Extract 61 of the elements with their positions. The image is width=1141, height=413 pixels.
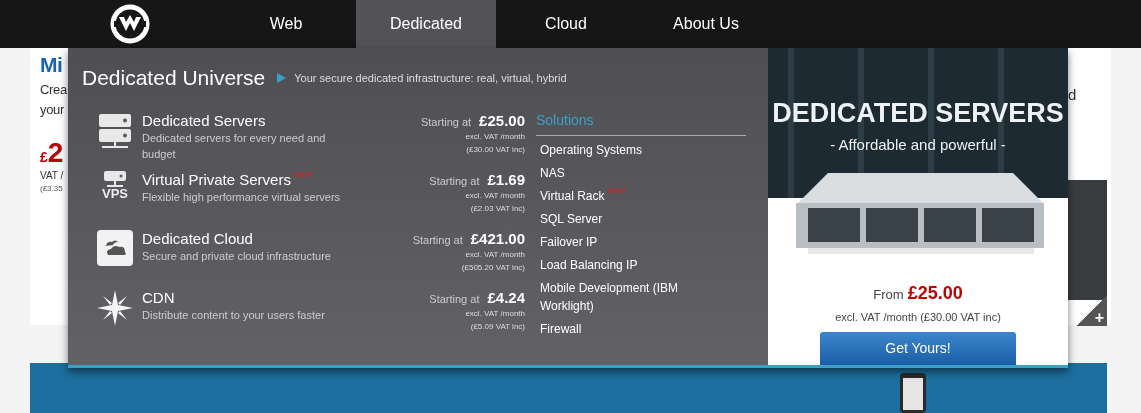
nav-tab[interactable]: Cloud [496,0,636,48]
excl-vat-text: excl. VAT /month [465,308,525,320]
inc-vat-text: (£30.00 VAT inc) [466,144,525,156]
nav-tab[interactable]: Web [216,0,356,48]
price-digit: 2 [47,138,64,168]
starting-at-text: Starting at [420,114,472,130]
promo-title: DEDICATED SERVERS [772,97,1064,130]
promo-vat-text: excl. VAT /month (£30.00 VAT inc) [835,310,1001,325]
starting-at-text: Starting at [412,232,463,248]
product-description: Flexible high performance virtual servers [142,189,342,205]
excl-vat-text: excl. VAT /month [465,249,525,261]
promo-price: £25.00 [907,282,963,305]
solution-link[interactable]: NAS [540,163,565,182]
play-icon [277,72,287,83]
product-link[interactable]: Virtual Private Servers [142,170,291,189]
product-price: £4.24 [487,288,525,307]
nav-tab[interactable]: About Us [636,0,776,48]
excl-vat-text: excl. VAT /month [465,190,525,202]
solution-link[interactable]: SQL Server [540,209,603,228]
product-price: £421.00 [470,229,525,248]
nav-tab[interactable]: Dedicated [356,0,496,48]
phone-icon [900,373,926,413]
server-icon [96,111,134,150]
product-description: Secure and private cloud infrastructure [142,248,332,264]
product-link[interactable]: CDN [142,288,175,307]
product-description: Distribute content to your users faster [142,307,326,323]
solution-link[interactable]: Load Balancing IP [540,255,638,274]
starting-at-text: Starting at [429,173,480,189]
inc-vat-text: (£2.03 VAT inc) [470,203,525,215]
promo-tagline: - Affordable and powerful - [830,134,1006,155]
solution-link[interactable]: Failover IP [540,232,598,251]
product-link[interactable]: Dedicated Cloud [142,229,253,248]
logo-icon [110,4,150,44]
new-label: NEW [293,170,313,179]
menu-subtitle: Your secure dedicated infrastructure: real, virtual, hybrid [294,70,567,86]
currency-symbol: £ [40,149,48,167]
from-text: From [873,286,904,304]
inc-vat-text: (£5.09 VAT inc) [470,321,525,333]
solution-link[interactable]: Mobile Development (IBM Worklight) [540,278,680,315]
product-price: £25.00 [479,111,525,130]
solution-link[interactable]: Operating Systems [540,140,643,159]
inc-vat-text: (£505.20 VAT inc) [461,262,525,274]
expand-corner[interactable]: + [1077,296,1107,326]
starting-at-text: Starting at [429,291,480,307]
page-text: d [1068,85,1077,105]
page-heading: Mi [40,52,63,78]
product-price: £1.69 [487,170,525,189]
solutions-heading: Solutions [536,109,746,136]
solution-link[interactable]: Virtual Rack [540,186,605,205]
cloud-icon [97,229,133,266]
get-yours-button[interactable]: Get Yours! [820,331,1016,365]
new-label: NEW [607,186,627,195]
excl-vat-text: excl. VAT /month [465,131,525,143]
menu-title: Dedicated Universe [82,65,266,91]
product-description: Dedicated servers for every need and budget [142,130,327,162]
solution-link[interactable]: Firewall [540,319,582,338]
page-text: Crea [40,81,67,99]
page-text: your [40,101,64,119]
vat-text: VAT / [40,169,64,183]
vat-inc-text: (£3.35 [40,183,63,195]
product-link[interactable]: Dedicated Servers [142,111,266,130]
